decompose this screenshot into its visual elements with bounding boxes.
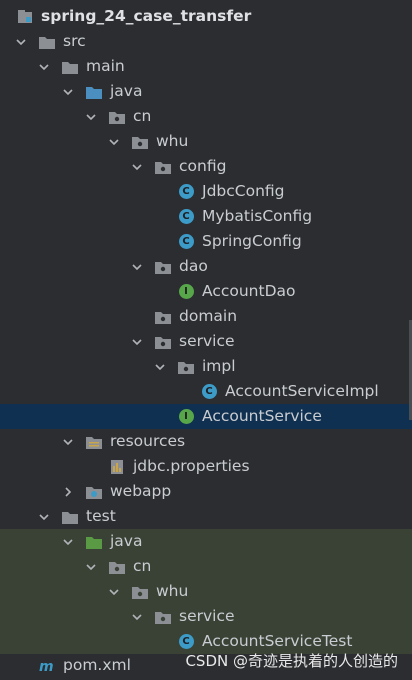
package-icon xyxy=(131,133,149,151)
tree-row-cn[interactable]: cn xyxy=(0,104,412,129)
tree-row-resources[interactable]: resources xyxy=(0,429,412,454)
package-icon xyxy=(154,308,172,326)
tree-label-main: main xyxy=(86,57,125,75)
tree-label-domain: domain xyxy=(179,307,238,325)
package-icon xyxy=(108,108,126,126)
tree-label-config: config xyxy=(179,157,227,175)
tree-row-whu[interactable]: whu xyxy=(0,129,412,154)
chevron-down-icon[interactable] xyxy=(130,610,144,624)
tree-label-src: src xyxy=(63,32,86,50)
package-icon xyxy=(154,258,172,276)
tree-label-test: test xyxy=(86,507,116,525)
project-name: spring_24_case_transfer xyxy=(41,7,252,25)
properties-file-icon xyxy=(108,458,126,476)
tree-row-test-service[interactable]: service xyxy=(0,604,412,629)
tree-row-test-cn[interactable]: cn xyxy=(0,554,412,579)
chevron-down-icon[interactable] xyxy=(84,110,98,124)
interface-icon: I xyxy=(177,283,195,301)
tree-label-resources: resources xyxy=(110,432,186,450)
tree-label-dao: dao xyxy=(179,257,208,275)
chevron-down-icon[interactable] xyxy=(153,360,167,374)
tree-row-account-service[interactable]: I AccountService xyxy=(0,404,412,429)
package-icon xyxy=(108,558,126,576)
web-folder-icon xyxy=(85,483,103,501)
chevron-down-icon[interactable] xyxy=(14,35,28,49)
tree-label-test-whu: whu xyxy=(156,582,189,600)
tree-label-pom: pom.xml xyxy=(63,656,131,674)
tree-row-test[interactable]: test xyxy=(0,504,412,529)
tree-label-test-cn: cn xyxy=(133,557,152,575)
tree-row-java[interactable]: java xyxy=(0,79,412,104)
chevron-down-icon[interactable] xyxy=(61,85,75,99)
tree-label-test-service: service xyxy=(179,607,235,625)
tree-row-account-dao[interactable]: I AccountDao xyxy=(0,279,412,304)
tree-label-jdbc-config: JdbcConfig xyxy=(202,182,285,200)
chevron-down-icon[interactable] xyxy=(37,60,51,74)
maven-icon: m xyxy=(38,657,56,675)
tree-row-webapp[interactable]: webapp xyxy=(0,479,412,504)
class-icon: C xyxy=(177,208,195,226)
chevron-down-icon[interactable] xyxy=(107,585,121,599)
watermark: CSDN @奇迹是执着的人创造的 xyxy=(185,652,398,670)
package-icon xyxy=(154,608,172,626)
package-icon xyxy=(154,158,172,176)
tree-label-account-service-impl: AccountServiceImpl xyxy=(225,382,379,400)
tree-label-impl: impl xyxy=(202,357,236,375)
chevron-down-icon[interactable] xyxy=(61,535,75,549)
tree-row-impl[interactable]: impl xyxy=(0,354,412,379)
svg-text:m: m xyxy=(39,659,54,675)
module-icon xyxy=(16,8,34,26)
package-icon xyxy=(154,333,172,351)
chevron-down-icon[interactable] xyxy=(130,160,144,174)
chevron-down-icon[interactable] xyxy=(130,260,144,274)
tree-row-test-java[interactable]: java xyxy=(0,529,412,554)
chevron-right-icon[interactable] xyxy=(61,485,75,499)
tree-label-whu: whu xyxy=(156,132,189,150)
project-tree: spring_24_case_transfer src main java cn… xyxy=(0,0,412,680)
tree-label-service: service xyxy=(179,332,235,350)
tree-row-main[interactable]: main xyxy=(0,54,412,79)
class-icon: C xyxy=(177,183,195,201)
tree-label-java: java xyxy=(110,82,143,100)
tree-row-jdbc-config[interactable]: C JdbcConfig xyxy=(0,179,412,204)
tree-label-cn: cn xyxy=(133,107,152,125)
tree-row-dao[interactable]: dao xyxy=(0,254,412,279)
tree-row-src[interactable]: src xyxy=(0,29,412,54)
folder-icon xyxy=(61,58,79,76)
class-icon: C xyxy=(177,633,195,651)
chevron-down-icon[interactable] xyxy=(61,435,75,449)
tree-label-account-dao: AccountDao xyxy=(202,282,296,300)
folder-icon xyxy=(38,33,56,51)
tree-row-config[interactable]: config xyxy=(0,154,412,179)
resources-folder-icon xyxy=(85,433,103,451)
chevron-down-icon[interactable] xyxy=(107,135,121,149)
tree-row-test-whu[interactable]: whu xyxy=(0,579,412,604)
source-folder-icon xyxy=(85,83,103,101)
tree-row-project[interactable]: spring_24_case_transfer xyxy=(0,4,412,29)
tree-label-webapp: webapp xyxy=(110,482,172,500)
folder-icon xyxy=(61,508,79,526)
class-icon: C xyxy=(177,233,195,251)
tree-row-spring-config[interactable]: C SpringConfig xyxy=(0,229,412,254)
tree-label-test-java: java xyxy=(110,532,143,550)
tree-label-mybatis-config: MybatisConfig xyxy=(202,207,313,225)
class-icon: C xyxy=(200,383,218,401)
tree-row-account-service-impl[interactable]: C AccountServiceImpl xyxy=(0,379,412,404)
tree-label-spring-config: SpringConfig xyxy=(202,232,302,250)
interface-icon: I xyxy=(177,408,195,426)
tree-row-domain[interactable]: domain xyxy=(0,304,412,329)
tree-label-jdbc-properties: jdbc.properties xyxy=(133,457,250,475)
tree-row-mybatis-config[interactable]: C MybatisConfig xyxy=(0,204,412,229)
test-folder-icon xyxy=(85,533,103,551)
chevron-down-icon[interactable] xyxy=(37,510,51,524)
chevron-down-icon[interactable] xyxy=(130,335,144,349)
package-icon xyxy=(177,358,195,376)
tree-label-account-service: AccountService xyxy=(202,407,322,425)
tree-row-service[interactable]: service xyxy=(0,329,412,354)
tree-row-jdbc-properties[interactable]: jdbc.properties xyxy=(0,454,412,479)
chevron-down-icon[interactable] xyxy=(84,560,98,574)
package-icon xyxy=(131,583,149,601)
